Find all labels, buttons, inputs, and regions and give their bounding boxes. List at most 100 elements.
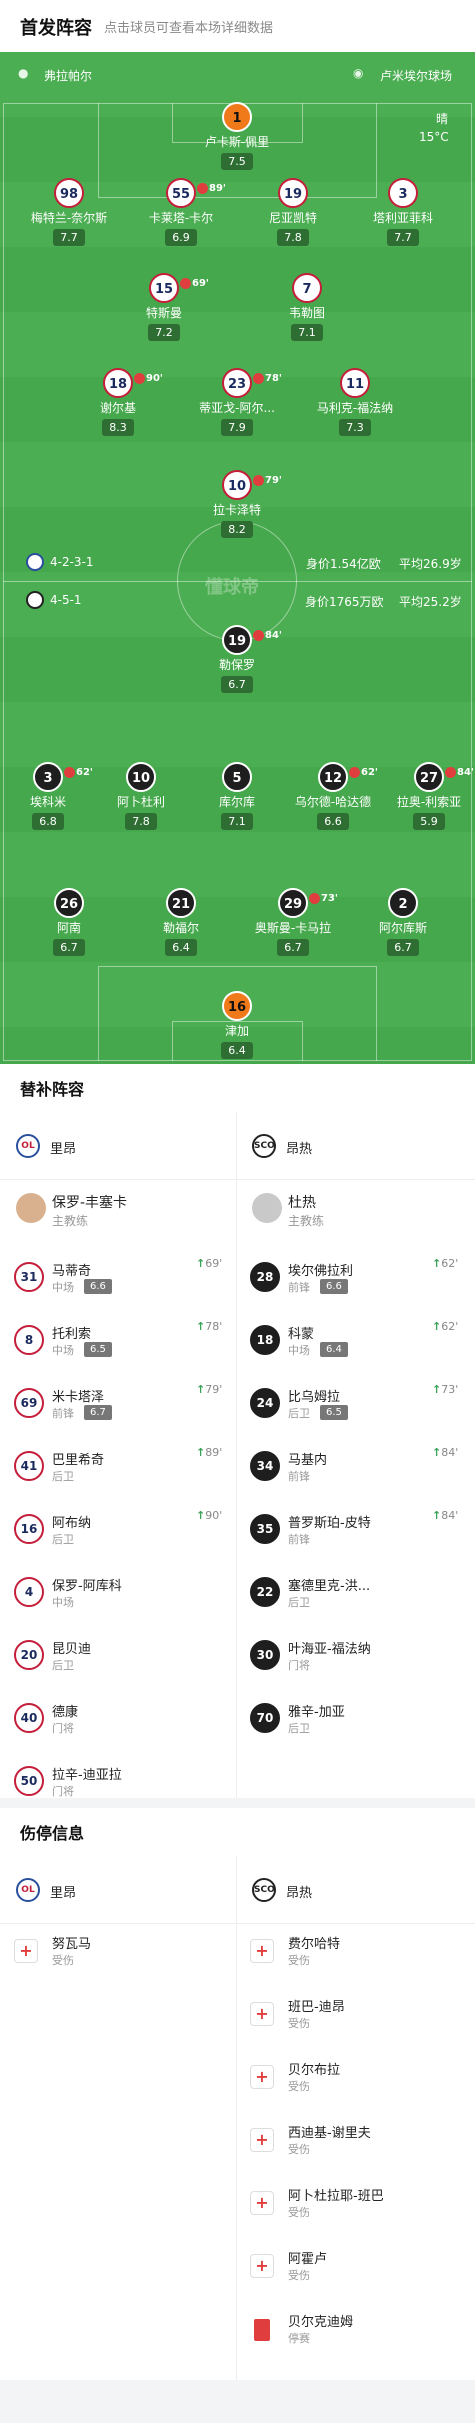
away-player[interactable]: 3 62' 埃科米 6.8	[0, 762, 98, 830]
player-number: 23 78'	[222, 368, 282, 398]
sub-in-icon: ↑	[196, 1383, 206, 1396]
home-player[interactable]: 11 马利克-福法纳 7.3	[305, 368, 405, 436]
sub-name[interactable]: 雅辛-加亚	[288, 1701, 345, 1720]
substitution-event: 79'	[253, 466, 282, 496]
player-rating: 7.8	[125, 813, 157, 830]
sub-name[interactable]: 托利索	[52, 1323, 91, 1342]
away-player[interactable]: 2 阿尔库斯 6.7	[353, 888, 453, 956]
away-team-logo-icon: SCO	[252, 1134, 276, 1158]
substitution-event: 84'	[253, 621, 282, 651]
player-name: 马利克-福法纳	[316, 401, 394, 415]
home-player[interactable]: 7 韦勒图 7.1	[257, 273, 357, 341]
sub-out-icon	[180, 277, 192, 289]
home-player[interactable]: 3 塔利亚菲科 7.7	[353, 178, 453, 246]
sub-name[interactable]: 拉辛-迪亚拉	[52, 1764, 122, 1783]
player-rating: 6.7	[277, 939, 309, 956]
home-coach-name[interactable]: 保罗-丰塞卡	[52, 1192, 127, 1212]
sub-rating: 6.6	[84, 1279, 112, 1294]
home-player[interactable]: 18 90' 谢尔基 8.3	[68, 368, 168, 436]
player-number: 98	[54, 178, 84, 208]
away-player[interactable]: 5 库尔库 7.1	[187, 762, 287, 830]
player-number: 16	[222, 991, 252, 1021]
home-player[interactable]: 23 78' 蒂亚戈-阿尔... 7.9	[187, 368, 287, 436]
player-name: 阿尔库斯	[378, 921, 427, 935]
sub-number: 70	[250, 1703, 280, 1733]
sub-name[interactable]: 叶海亚-福法纳	[288, 1638, 371, 1657]
sub-out-icon	[64, 766, 76, 778]
home-player[interactable]: 19 尼亚凯特 7.8	[243, 178, 343, 246]
sub-name[interactable]: 昆贝迪	[52, 1638, 91, 1657]
player-number: 21	[166, 888, 196, 918]
away-player[interactable]: 19 84' 勒保罗 6.7	[187, 625, 287, 693]
injury-player-name[interactable]: 阿霍卢	[288, 2248, 327, 2267]
player-number: 1	[222, 102, 252, 132]
column-divider	[236, 1856, 237, 2380]
away-player[interactable]: 21 勒福尔 6.4	[131, 888, 231, 956]
home-team-name: 里昂	[50, 1886, 77, 1901]
sub-name[interactable]: 保罗-阿库科	[52, 1575, 122, 1594]
home-player[interactable]: 98 梅特兰-奈尔斯 7.7	[19, 178, 119, 246]
substitution-event: 69'	[180, 269, 209, 299]
sub-position: 前锋	[288, 1470, 310, 1483]
home-player[interactable]: 10 79' 拉卡泽特 8.2	[187, 470, 287, 538]
temperature-label: 15°C	[419, 130, 449, 144]
sub-position: 前锋	[288, 1281, 310, 1294]
home-formation: 4-2-3-1	[50, 555, 94, 569]
injury-player-name[interactable]: 贝尔克迪姆	[288, 2311, 353, 2330]
home-player[interactable]: 55 89' 卡莱塔-卡尔 6.9	[131, 178, 231, 246]
player-rating: 6.9	[165, 229, 197, 246]
sub-name[interactable]: 巴里希奇	[52, 1449, 104, 1468]
sub-name[interactable]: 塞德里克-洪...	[288, 1575, 370, 1594]
sub-name[interactable]: 马基内	[288, 1449, 327, 1468]
away-player[interactable]: 16 津加 6.4	[187, 991, 287, 1059]
injury-status: 受伤	[288, 2143, 310, 2156]
away-team-logo-icon	[26, 591, 44, 609]
away-player[interactable]: 27 84' 拉奥-利索亚 5.9	[379, 762, 475, 830]
sub-name[interactable]: 米卡塔泽	[52, 1386, 104, 1405]
home-player[interactable]: 15 69' 特斯曼 7.2	[114, 273, 214, 341]
sub-name[interactable]: 马蒂奇	[52, 1260, 91, 1279]
away-coach-name[interactable]: 杜热	[288, 1192, 316, 1212]
sub-name[interactable]: 埃尔佛拉利	[288, 1260, 353, 1279]
injury-player-name[interactable]: 班巴-迪昂	[288, 1996, 345, 2015]
injury-player-name[interactable]: 努瓦马	[52, 1933, 91, 1952]
home-avg-age: 平均26.9岁	[399, 557, 462, 571]
sub-number: 24	[250, 1388, 280, 1418]
player-rating: 6.7	[221, 676, 253, 693]
injury-status: 受伤	[288, 2206, 310, 2219]
sub-in-time: ↑79'	[196, 1383, 223, 1396]
sub-in-icon: ↑	[432, 1257, 442, 1270]
sub-name[interactable]: 比乌姆拉	[288, 1386, 340, 1405]
sub-name[interactable]: 科蒙	[288, 1323, 314, 1342]
injury-player-name[interactable]: 贝尔布拉	[288, 2059, 340, 2078]
sub-number: 8	[14, 1325, 44, 1355]
sub-in-icon: ↑	[432, 1509, 442, 1522]
home-team-logo-icon	[26, 553, 44, 571]
coach-avatar[interactable]	[252, 1193, 282, 1223]
substitution-event: 62'	[349, 758, 378, 788]
stadium-icon: ◉	[353, 66, 364, 80]
home-coach-role: 主教练	[52, 1214, 89, 1228]
away-player[interactable]: 10 阿卜杜利 7.8	[91, 762, 191, 830]
injury-player-name[interactable]: 费尔哈特	[288, 1933, 340, 1952]
away-team-name: 昂热	[286, 1142, 313, 1157]
sub-rating: 6.7	[84, 1405, 112, 1420]
subs-panel: OL 里昂 SCO 昂热 保罗-丰塞卡 主教练 杜热 主教练 31 马蒂奇 中场 6.…	[0, 1112, 475, 1798]
sub-name[interactable]: 德康	[52, 1701, 78, 1720]
sub-position: 后卫	[52, 1659, 74, 1672]
away-player[interactable]: 12 62' 乌尔德-哈达德 6.6	[283, 762, 383, 830]
sub-position: 后卫	[52, 1470, 74, 1483]
injury-player-name[interactable]: 西迪基-谢里夫	[288, 2122, 371, 2141]
sub-position: 中场	[52, 1344, 74, 1357]
page-title: 首发阵容	[20, 18, 92, 39]
sub-name[interactable]: 阿布纳	[52, 1512, 91, 1531]
home-player[interactable]: 1 卢卡斯-佩里 7.5	[187, 102, 287, 170]
injury-status: 受伤	[288, 2017, 310, 2030]
player-name: 乌尔德-哈达德	[294, 795, 372, 809]
away-player[interactable]: 29 73' 奥斯曼-卡马拉 6.7	[243, 888, 343, 956]
away-player[interactable]: 26 阿南 6.7	[19, 888, 119, 956]
coach-avatar[interactable]	[16, 1193, 46, 1223]
sub-name[interactable]: 普罗斯珀-皮特	[288, 1512, 371, 1531]
player-number: 11	[340, 368, 370, 398]
injury-player-name[interactable]: 阿卜杜拉耶-班巴	[288, 2185, 384, 2204]
